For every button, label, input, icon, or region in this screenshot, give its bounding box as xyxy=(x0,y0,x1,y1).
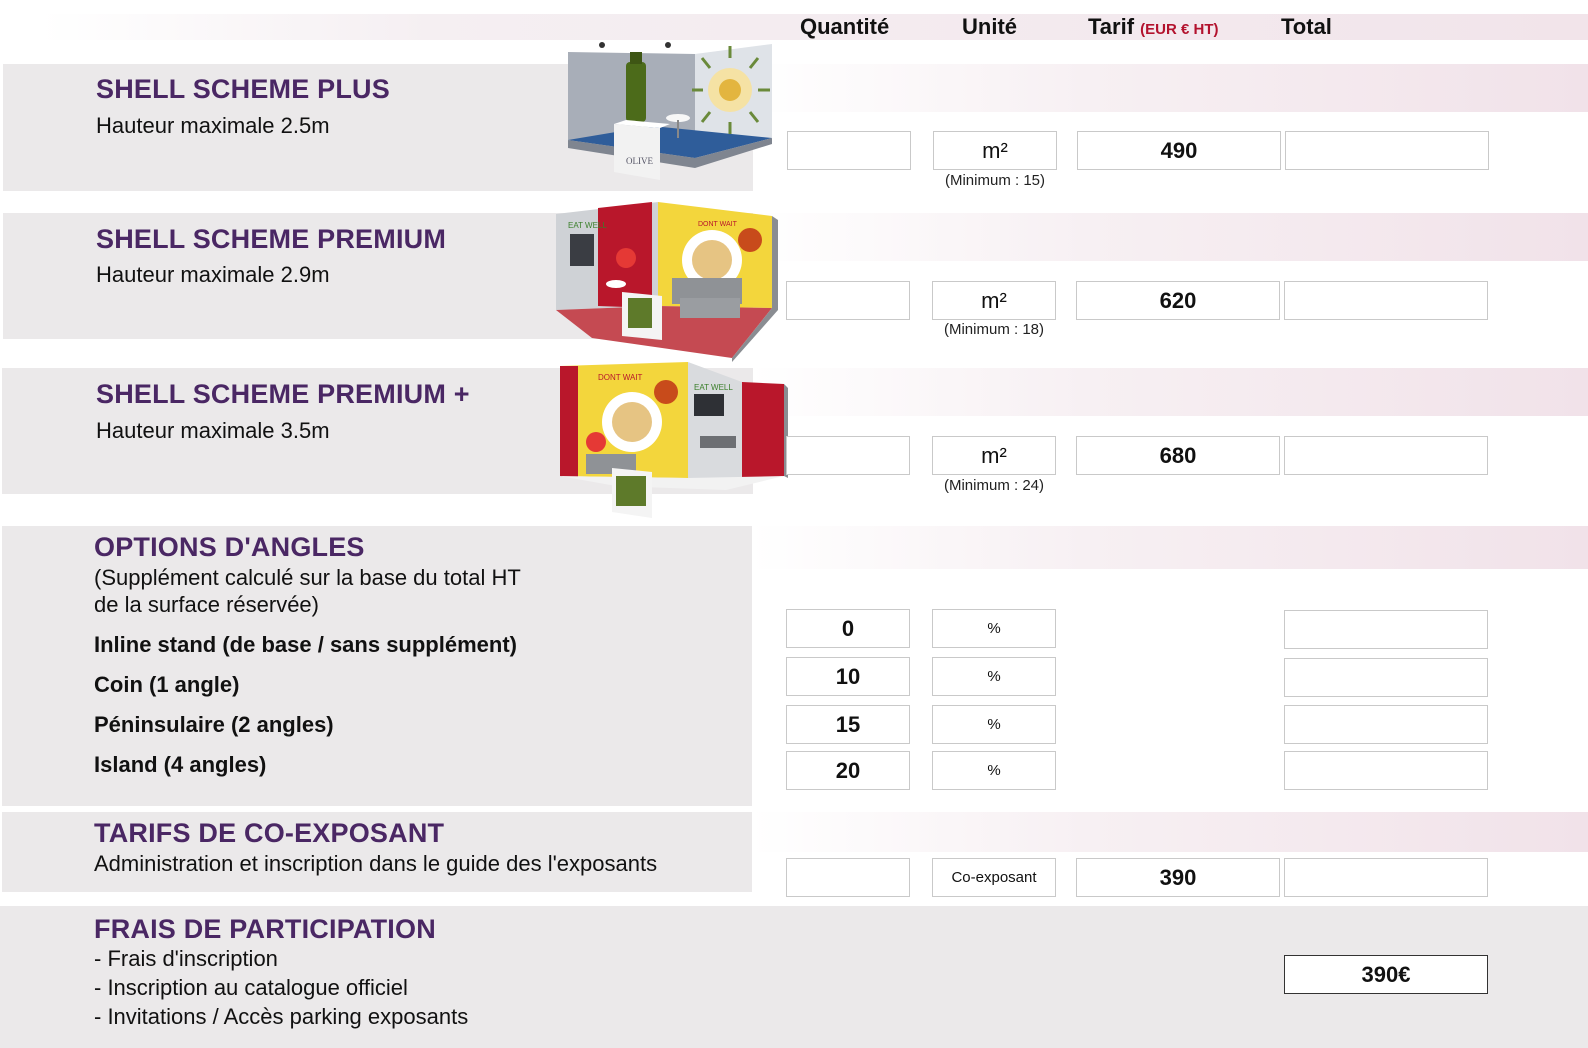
package-title: SHELL SCHEME PLUS xyxy=(96,74,390,104)
stand-sign-text: DONT WAIT xyxy=(598,373,643,382)
total-field[interactable] xyxy=(1284,658,1488,697)
coexposant-desc: Administration et inscription dans le gu… xyxy=(94,851,658,876)
unit-field: m² xyxy=(933,131,1057,170)
price-field: 490 xyxy=(1077,131,1281,170)
angle-unit: % xyxy=(932,609,1056,648)
angles-title: OPTIONS D'ANGLES xyxy=(94,532,365,562)
minimum-note: (Minimum : 15) xyxy=(944,172,1045,189)
angle-option-label: Island (4 angles) xyxy=(94,752,267,777)
angle-value: 15 xyxy=(786,705,910,744)
package-height: Hauteur maximale 3.5m xyxy=(96,418,330,443)
package-strip-plus xyxy=(750,64,1588,112)
package-height: Hauteur maximale 2.9m xyxy=(96,262,330,287)
angle-value: 10 xyxy=(786,657,910,696)
stand-sign-text: OLIVE xyxy=(626,156,653,166)
total-field[interactable] xyxy=(1284,705,1488,744)
package-title: SHELL SCHEME PREMIUM + xyxy=(96,379,470,409)
stand-sign-text-2: DONT WAIT xyxy=(698,221,738,228)
angles-note-line1: (Supplément calculé sur la base du total… xyxy=(94,565,521,590)
angle-value: 0 xyxy=(786,609,910,648)
stand-image-premium-plus: DONT WAIT EAT WELL xyxy=(560,362,788,518)
col-header-total: Total xyxy=(1281,14,1332,39)
minimum-note: (Minimum : 24) xyxy=(943,477,1044,494)
package-height: Hauteur maximale 2.5m xyxy=(96,113,330,138)
quantity-input[interactable] xyxy=(787,131,911,170)
stand-image-premium: EAT WELL DONT WAIT xyxy=(556,202,778,362)
package-title: SHELL SCHEME PREMIUM xyxy=(96,224,447,254)
col-header-tarif-unit: (EUR € HT) xyxy=(1140,21,1219,38)
angles-strip xyxy=(750,526,1588,569)
angle-unit: % xyxy=(932,705,1056,744)
frais-total: 390€ xyxy=(1284,955,1488,994)
angle-option-label: Inline stand (de base / sans supplément) xyxy=(94,632,517,657)
total-field[interactable] xyxy=(1285,131,1489,170)
coexposant-title: TARIFS DE CO-EXPOSANT xyxy=(94,818,445,848)
total-field[interactable] xyxy=(1284,610,1488,649)
minimum-note: (Minimum : 18) xyxy=(943,321,1044,338)
package-strip-premium-plus xyxy=(750,368,1588,416)
quantity-input[interactable] xyxy=(786,281,910,320)
total-field[interactable] xyxy=(1284,436,1488,475)
frais-item: - Invitations / Accès parking exposants xyxy=(94,1004,469,1029)
total-field[interactable] xyxy=(1284,281,1488,320)
frais-item: - Inscription au catalogue officiel xyxy=(94,975,408,1000)
price-field: 680 xyxy=(1076,436,1280,475)
col-header-quantite: Quantité xyxy=(800,14,890,39)
stand-sign-text: EAT WELL xyxy=(568,221,607,230)
total-field[interactable] xyxy=(1284,858,1488,897)
angles-note-line2: de la surface réservée) xyxy=(94,592,319,617)
unit-field: m² xyxy=(932,436,1056,475)
total-field[interactable] xyxy=(1284,751,1488,790)
stand-sign-text-2: EAT WELL xyxy=(694,383,733,392)
angle-option-label: Péninsulaire (2 angles) xyxy=(94,712,334,737)
quantity-input[interactable] xyxy=(786,858,910,897)
angle-unit: % xyxy=(932,751,1056,790)
coexposant-strip xyxy=(750,812,1588,852)
quantity-input[interactable] xyxy=(786,436,910,475)
angle-value: 20 xyxy=(786,751,910,790)
price-field: 390 xyxy=(1076,858,1280,897)
col-header-tarif: Tarif (EUR € HT) xyxy=(1088,14,1219,39)
frais-item: - Frais d'inscription xyxy=(94,946,278,971)
stand-image-plus: OLIVE xyxy=(568,42,772,180)
angle-unit: % xyxy=(932,657,1056,696)
col-header-unite: Unité xyxy=(962,14,1017,39)
price-field: 620 xyxy=(1076,281,1280,320)
unit-field: m² xyxy=(932,281,1056,320)
package-strip-premium xyxy=(750,213,1588,261)
angle-option-label: Coin (1 angle) xyxy=(94,672,240,697)
unit-field: Co-exposant xyxy=(932,858,1056,897)
frais-title: FRAIS DE PARTICIPATION xyxy=(94,914,436,944)
